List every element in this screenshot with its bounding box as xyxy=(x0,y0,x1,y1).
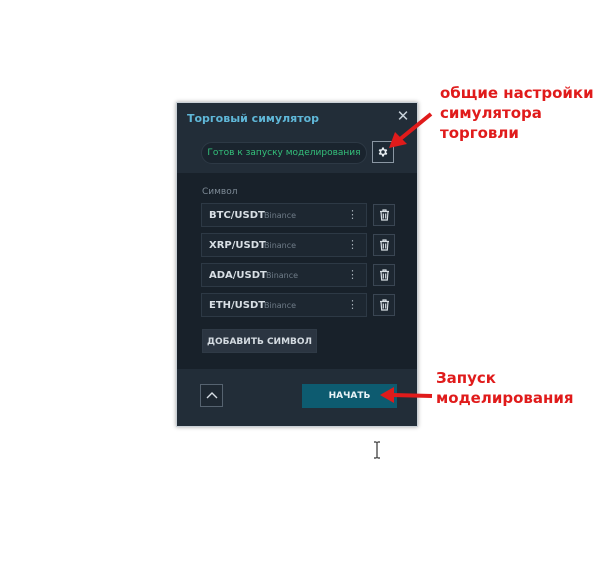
symbol-row[interactable]: XRP/USDT Binance ⋮ xyxy=(201,233,367,257)
symbol-pair: XRP/USDT xyxy=(209,240,266,251)
panel-title: Торговый симулятор xyxy=(187,112,319,125)
symbol-pair: ETH/USDT xyxy=(209,300,266,311)
annotation-line: торговли xyxy=(440,124,519,142)
trash-icon xyxy=(380,299,389,311)
collapse-button[interactable] xyxy=(200,384,223,407)
annotation-line: общие настройки xyxy=(440,84,594,102)
settings-annotation: общие настройки симулятора торговли xyxy=(440,83,594,143)
status-badge: Готов к запуску моделирования xyxy=(201,142,367,164)
symbol-row[interactable]: BTC/USDT Binance ⋮ xyxy=(201,203,367,227)
arrow-icon xyxy=(389,112,433,148)
symbol-row[interactable]: ADA/USDT Binance ⋮ xyxy=(201,263,367,287)
symbol-exchange: Binance xyxy=(264,211,297,220)
symbol-row[interactable]: ETH/USDT Binance ⋮ xyxy=(201,293,367,317)
delete-symbol-button[interactable] xyxy=(373,294,395,316)
chevron-up-icon xyxy=(206,392,218,399)
delete-symbol-button[interactable] xyxy=(373,234,395,256)
delete-symbol-button[interactable] xyxy=(373,204,395,226)
text-cursor-icon xyxy=(374,441,380,459)
trash-icon xyxy=(380,239,389,251)
more-vertical-icon[interactable]: ⋮ xyxy=(347,268,358,281)
symbols-section: Символ BTC/USDT Binance ⋮ XRP/USDT Binan… xyxy=(177,173,417,369)
more-vertical-icon[interactable]: ⋮ xyxy=(347,208,358,221)
symbol-pair: ADA/USDT xyxy=(209,270,267,281)
more-vertical-icon[interactable]: ⋮ xyxy=(347,298,358,311)
trash-icon xyxy=(380,209,389,221)
annotation-line: Запуск xyxy=(436,369,496,387)
delete-symbol-button[interactable] xyxy=(373,264,395,286)
annotation-line: моделирования xyxy=(436,389,574,407)
symbol-exchange: Binance xyxy=(264,301,297,310)
trash-icon xyxy=(380,269,389,281)
more-vertical-icon[interactable]: ⋮ xyxy=(347,238,358,251)
panel-header: Торговый симулятор ✕ Готов к запуску мод… xyxy=(177,103,417,173)
symbol-pair: BTC/USDT xyxy=(209,210,265,221)
start-annotation: Запуск моделирования xyxy=(436,368,574,408)
symbol-label: Символ xyxy=(202,187,238,197)
annotation-line: симулятора xyxy=(440,104,542,122)
add-symbol-button[interactable]: ДОБАВИТЬ СИМВОЛ xyxy=(202,329,317,353)
arrow-icon xyxy=(380,387,433,403)
trading-simulator-panel: Торговый симулятор ✕ Готов к запуску мод… xyxy=(176,102,418,427)
symbol-exchange: Binance xyxy=(264,241,297,250)
symbol-exchange: Binance xyxy=(266,271,299,280)
